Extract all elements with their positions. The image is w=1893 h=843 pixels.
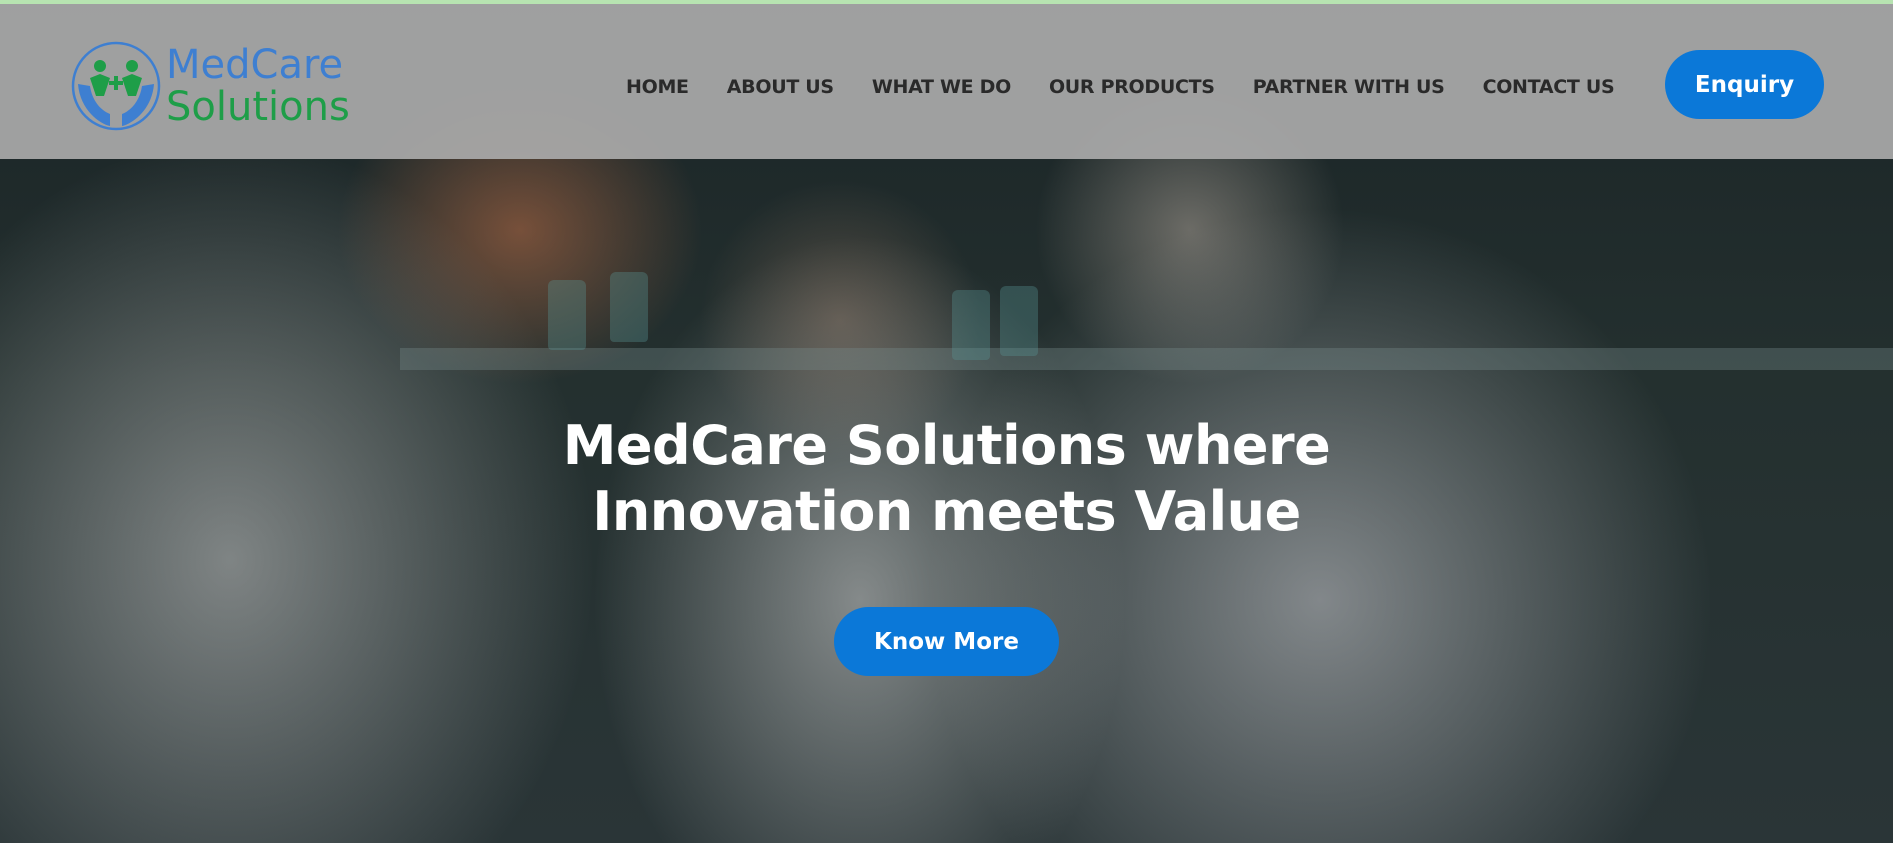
know-more-button[interactable]: Know More — [834, 607, 1059, 676]
lab-bottle — [548, 280, 586, 350]
nav-item-what-we-do[interactable]: WHAT WE DO — [872, 76, 1011, 98]
brand-name-line1: MedCare — [166, 42, 344, 88]
nav-item-about-us[interactable]: ABOUT US — [727, 76, 834, 98]
nav-item-home[interactable]: HOME — [626, 76, 689, 98]
hero-headline-line2: Innovation meets Value — [592, 480, 1301, 543]
hero-headline: MedCare Solutions where Innovation meets… — [500, 413, 1393, 545]
lab-bottle — [610, 272, 648, 342]
lab-bottle — [952, 290, 990, 360]
main-navigation: HOME ABOUT US WHAT WE DO OUR PRODUCTS PA… — [626, 72, 1615, 102]
hands-with-people-icon — [71, 41, 161, 131]
brand-name-line2: Solutions — [166, 84, 350, 130]
nav-item-contact-us[interactable]: CONTACT US — [1483, 76, 1615, 98]
nav-item-our-products[interactable]: OUR PRODUCTS — [1049, 76, 1215, 98]
enquiry-button[interactable]: Enquiry — [1665, 50, 1824, 119]
brand-logo[interactable]: MedCare Solutions — [70, 38, 370, 134]
lab-shelf — [400, 348, 1893, 370]
lab-bottle — [1000, 286, 1038, 356]
nav-item-partner-with-us[interactable]: PARTNER WITH US — [1253, 76, 1445, 98]
hero-headline-line1: MedCare Solutions where — [562, 414, 1331, 477]
site-header: MedCare Solutions HOME ABOUT US WHAT WE … — [0, 4, 1893, 159]
